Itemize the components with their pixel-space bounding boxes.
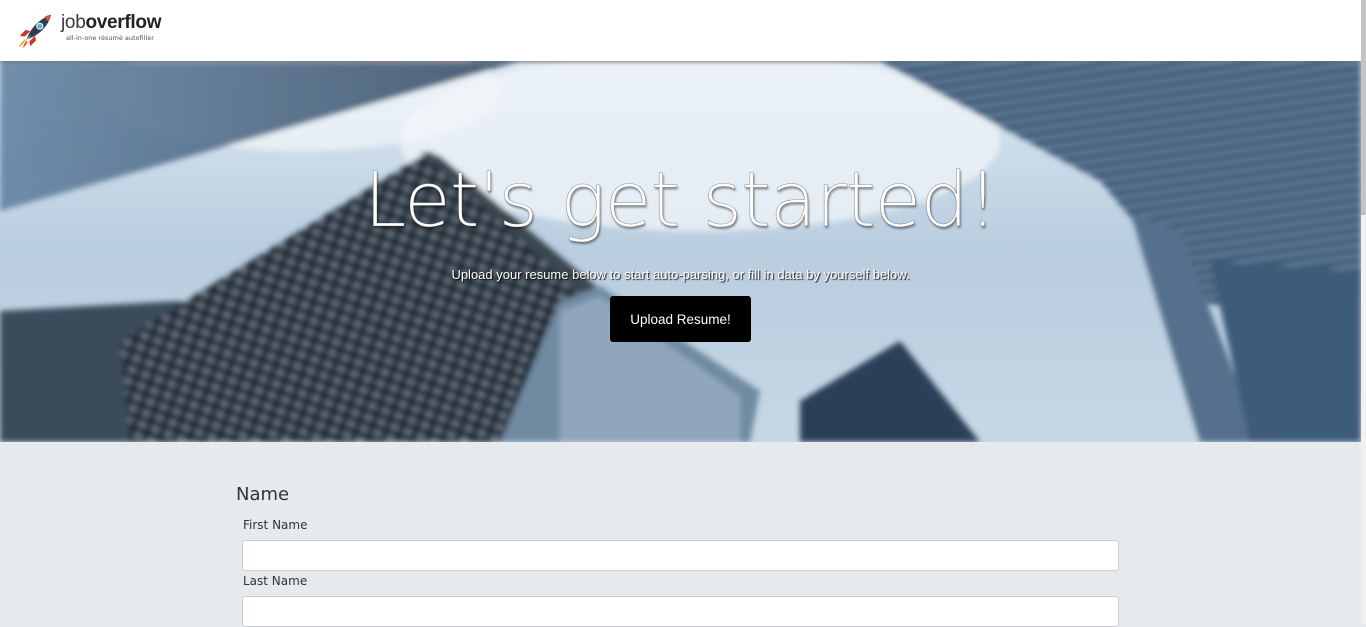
last-name-input[interactable] — [242, 596, 1119, 627]
rocket-icon — [18, 14, 52, 49]
hero-background-image — [0, 61, 1361, 442]
top-navbar: joboverflow all-in-one résumé autofiller — [0, 0, 1361, 61]
brand-name-light: job — [61, 12, 86, 33]
hero-banner: Let's get started! Upload your resume be… — [0, 61, 1361, 442]
last-name-label: Last Name — [243, 574, 308, 588]
brand-home-link[interactable]: joboverflow all-in-one résumé autofiller — [17, 11, 162, 49]
hero-title: Let's get started! — [363, 155, 999, 245]
brand-name-bold: overflow — [85, 12, 162, 33]
first-name-input[interactable] — [242, 540, 1119, 571]
first-name-label: First Name — [243, 518, 308, 532]
upload-resume-button[interactable]: Upload Resume! — [610, 296, 751, 342]
hero-subtitle: Upload your resume below to start auto-p… — [451, 267, 910, 282]
scrollbar-thumb[interactable] — [1361, 0, 1366, 215]
brand-name: joboverflow — [61, 12, 162, 34]
resume-form: Name First Name Last Name — [0, 442, 1361, 627]
section-title-name: Name — [236, 484, 290, 505]
page-scrollbar[interactable] — [1361, 0, 1366, 624]
brand-tagline: all-in-one résumé autofiller — [66, 34, 154, 42]
